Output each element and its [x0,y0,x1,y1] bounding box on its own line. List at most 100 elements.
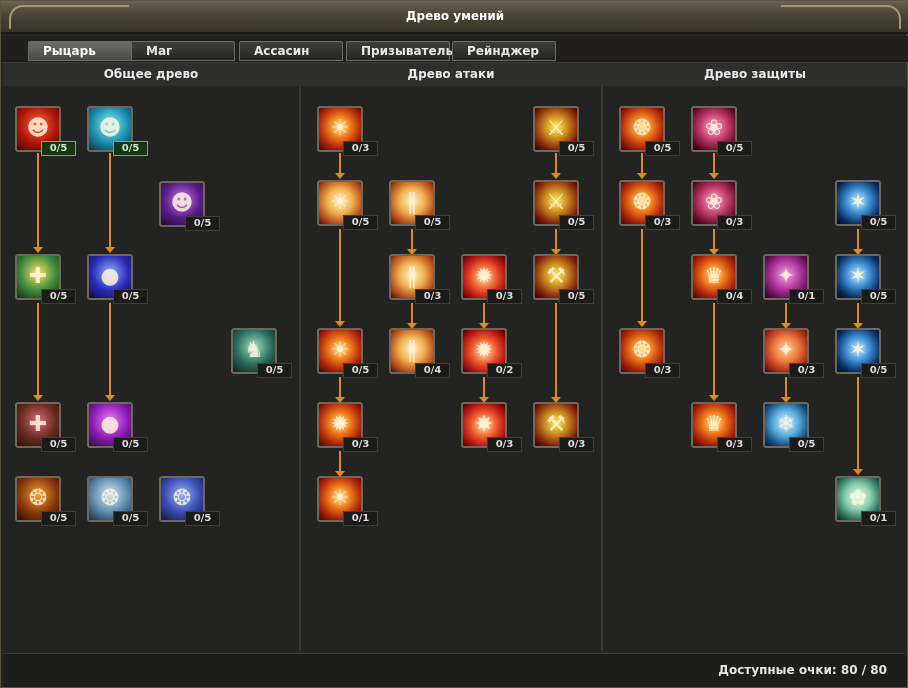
skill-rank-badge: 0/3 [789,363,824,378]
skill-slot[interactable]: ⚒ 0/3 [533,402,594,452]
skill-rank-badge: 0/5 [343,215,378,230]
skill-slot[interactable]: ✹ 0/2 [461,328,522,378]
skill-slot[interactable]: ❂ 0/3 [619,328,680,378]
skill-rank-badge: 0/3 [343,141,378,156]
skill-rank-badge: 0/1 [861,511,896,526]
skill-rank-badge: 0/5 [789,437,824,452]
skill-rank-badge: 0/5 [559,289,594,304]
skill-connector-arrow [479,303,489,329]
skill-rank-badge: 0/3 [717,215,752,230]
skill-connector-arrow [105,303,115,401]
tab-mage[interactable]: Маг [131,41,235,61]
skill-connector-arrow [709,229,719,255]
skill-rank-badge: 0/1 [789,289,824,304]
skill-rank-badge: 0/5 [113,437,148,452]
attack-tree-title: Древо атаки [407,67,495,81]
skill-slot[interactable]: ☀ 0/5 [317,180,378,230]
skill-connector-arrow [335,153,345,179]
skill-slot[interactable]: ✿ 0/1 [835,476,896,526]
skill-slot[interactable]: ⚔ 0/5 [533,180,594,230]
skill-slot[interactable]: ✹ 0/3 [317,402,378,452]
skill-slot[interactable]: ❂ 0/5 [619,106,680,156]
skill-slot[interactable]: ✦ 0/1 [763,254,824,304]
skill-slot[interactable]: ‖ 0/3 [389,254,450,304]
skill-rank-badge: 0/5 [41,141,76,156]
skill-connector-arrow [637,229,647,327]
skill-slot[interactable]: ● 0/5 [87,402,148,452]
skill-connector-arrow [407,303,417,329]
skill-slot[interactable]: ✚ 0/5 [15,254,76,304]
skill-slot[interactable]: ❂ 0/5 [87,476,148,526]
window-title: Древо умений [405,9,505,23]
skill-rank-badge: 0/5 [113,289,148,304]
skill-slot[interactable]: ⚔ 0/5 [533,106,594,156]
tab-knight[interactable]: Рыцарь [28,41,132,61]
skill-slot[interactable]: ● 0/5 [87,254,148,304]
skill-connector-arrow [479,377,489,403]
skill-slot[interactable]: ☀ 0/5 [317,328,378,378]
footer-bar: Доступные очки: 80 / 80 [3,653,907,687]
skill-slot[interactable]: ✹ 0/3 [461,254,522,304]
skill-rank-badge: 0/5 [113,511,148,526]
skill-rank-badge: 0/3 [343,437,378,452]
skill-slot[interactable]: ‖ 0/4 [389,328,450,378]
skill-slot[interactable]: ✶ 0/5 [835,254,896,304]
skill-rank-badge: 0/2 [487,363,522,378]
skill-connector-arrow [551,153,561,179]
skill-rank-badge: 0/5 [861,289,896,304]
tree-divider-1 [299,86,301,651]
skill-slot[interactable]: ☀ 0/1 [317,476,378,526]
tab-assassin[interactable]: Ассасин [239,41,343,61]
skill-rank-badge: 0/3 [487,289,522,304]
skill-slot[interactable]: ✶ 0/5 [835,180,896,230]
skill-rank-badge: 0/5 [257,363,292,378]
skill-rank-badge: 0/3 [415,289,450,304]
skill-connector-arrow [551,229,561,255]
title-bar[interactable]: Древо умений [1,1,908,34]
skill-connector-arrow [105,153,115,253]
skill-connector-arrow [33,153,43,253]
skill-slot[interactable]: ❂ 0/5 [15,476,76,526]
skill-connector-arrow [709,153,719,179]
skill-slot[interactable]: ♞ 0/5 [231,328,292,378]
skill-slot[interactable]: ❄ 0/5 [763,402,824,452]
skill-connector-arrow [335,451,345,477]
skill-rank-badge: 0/5 [185,511,220,526]
tree-divider-2 [601,86,603,651]
skill-slot[interactable]: ❀ 0/3 [691,180,752,230]
skill-rank-badge: 0/5 [861,215,896,230]
skill-slot[interactable]: ❂ 0/5 [159,476,220,526]
skill-slot[interactable]: ❀ 0/5 [691,106,752,156]
tab-ranger[interactable]: Рейнджер [452,41,556,61]
skill-rank-badge: 0/1 [343,511,378,526]
skill-slot[interactable]: ✶ 0/5 [835,328,896,378]
skill-slot[interactable]: ♛ 0/4 [691,254,752,304]
skill-connector-arrow [335,377,345,403]
skill-connector-arrow [853,377,863,475]
skill-slot[interactable]: ☻ 0/5 [15,106,76,156]
skill-slot[interactable]: ✚ 0/5 [15,402,76,452]
skill-rank-badge: 0/5 [185,216,220,231]
skill-tree-window: Древо умений Рыцарь Маг Ассасин Призыват… [0,0,908,688]
skill-slot[interactable]: ‖ 0/5 [389,180,450,230]
skill-slot[interactable]: ✸ 0/3 [461,402,522,452]
skill-rank-badge: 0/3 [717,437,752,452]
skill-rank-badge: 0/3 [487,437,522,452]
skill-connector-arrow [781,303,791,329]
tab-summoner[interactable]: Призыватель [346,41,453,61]
skill-rank-badge: 0/5 [717,141,752,156]
skill-connector-arrow [33,303,43,401]
skill-slot[interactable]: ⚒ 0/5 [533,254,594,304]
skill-slot[interactable]: ☻ 0/5 [87,106,148,156]
skill-rank-badge: 0/4 [717,289,752,304]
skill-slot[interactable]: ☻ 0/5 [159,181,220,231]
skill-connector-arrow [407,229,417,255]
skill-connector-arrow [781,377,791,403]
skill-slot[interactable]: ❂ 0/3 [619,180,680,230]
skill-slot[interactable]: ☀ 0/3 [317,106,378,156]
skill-rank-badge: 0/5 [41,511,76,526]
skill-rank-badge: 0/3 [559,437,594,452]
skill-slot[interactable]: ♛ 0/3 [691,402,752,452]
skill-connector-arrow [709,303,719,401]
skill-slot[interactable]: ✦ 0/3 [763,328,824,378]
